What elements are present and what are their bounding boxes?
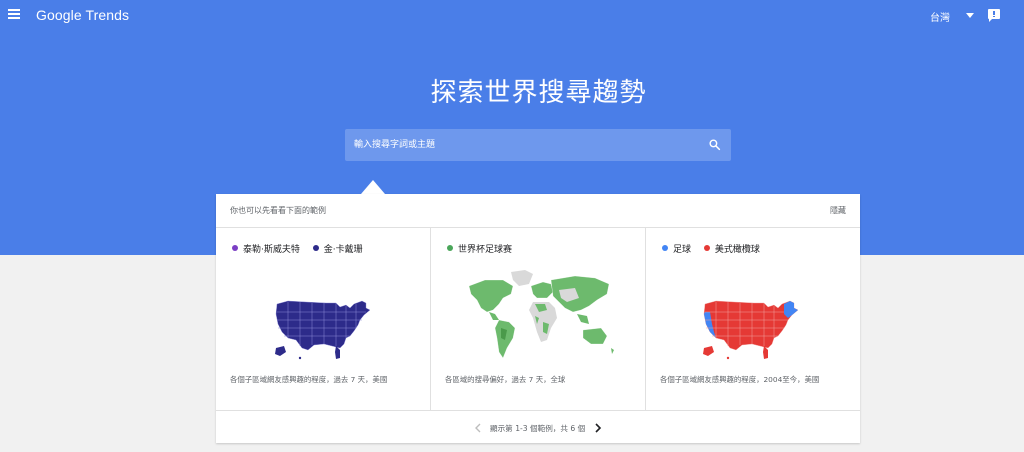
card-legend: 足球 美式橄欖球 xyxy=(662,242,770,255)
legend-item: 金·卡戴珊 xyxy=(312,242,363,255)
search-box[interactable] xyxy=(345,129,731,161)
chevron-right-icon[interactable] xyxy=(594,423,602,433)
us-map xyxy=(275,300,371,360)
menu-icon[interactable] xyxy=(8,9,20,21)
caret-down-icon[interactable] xyxy=(966,13,974,18)
us-map xyxy=(703,300,799,360)
legend-dot xyxy=(447,245,453,251)
pager: 顯示第 1-3 個範例，共 6 個 xyxy=(216,410,860,444)
page-title: 探索世界搜尋趨勢 xyxy=(430,78,647,108)
card-legend: 泰勒·斯威夫特 金·卡戴珊 xyxy=(232,242,373,255)
legend-item: 世界杯足球赛 xyxy=(447,242,512,255)
legend-item: 泰勒·斯威夫特 xyxy=(232,242,300,255)
legend-dot xyxy=(232,245,238,251)
feedback-icon[interactable] xyxy=(988,9,1000,22)
legend-dot xyxy=(312,245,319,251)
examples-panel: 你也可以先看看下面的範例 隱藏 泰勒·斯威夫特 金·卡戴珊 各個子區域網友感興趣… xyxy=(216,194,860,443)
panel-pointer xyxy=(361,180,385,194)
chevron-left-icon[interactable] xyxy=(474,423,482,433)
example-card-3[interactable]: 足球 美式橄欖球 各個子區域網友感興趣的程度，2004至今，美國 xyxy=(645,228,860,410)
world-map xyxy=(468,270,614,359)
search-input[interactable] xyxy=(345,129,695,161)
google-trends-logo[interactable]: Google Trends xyxy=(36,7,129,23)
legend-label: 足球 xyxy=(673,245,692,255)
legend-label: 世界杯足球赛 xyxy=(458,245,513,255)
card-caption: 各區域的搜尋偏好，過去 7 天，全球 xyxy=(445,375,566,384)
legend-item: 足球 xyxy=(662,242,691,255)
legend-item: 美式橄欖球 xyxy=(703,242,760,255)
examples-intro: 你也可以先看看下面的範例 xyxy=(230,206,326,215)
legend-label: 金·卡戴珊 xyxy=(323,245,363,255)
example-card-2[interactable]: 世界杯足球赛 各區域的搜尋偏好，過去 7 天，全球 xyxy=(430,228,645,410)
legend-label: 泰勒·斯威夫特 xyxy=(243,245,300,255)
pager-text: 顯示第 1-3 個範例，共 6 個 xyxy=(490,424,586,433)
example-card-1[interactable]: 泰勒·斯威夫特 金·卡戴珊 各個子區域網友感興趣的程度，過去 7 天，美國 xyxy=(216,228,430,410)
legend-dot xyxy=(662,245,668,251)
example-cards: 泰勒·斯威夫特 金·卡戴珊 各個子區域網友感興趣的程度，過去 7 天，美國 世界… xyxy=(216,228,860,410)
card-caption: 各個子區域網友感興趣的程度，過去 7 天，美國 xyxy=(230,375,388,384)
card-caption: 各個子區域網友感興趣的程度，2004至今，美國 xyxy=(660,375,820,384)
hide-button[interactable]: 隱藏 xyxy=(830,205,846,216)
legend-dot xyxy=(703,245,710,251)
legend-label: 美式橄欖球 xyxy=(714,245,760,255)
region-selector[interactable]: 台灣 xyxy=(930,9,950,24)
top-bar: Google Trends 台灣 xyxy=(0,0,1024,32)
card-legend: 世界杯足球赛 xyxy=(447,242,522,255)
search-icon[interactable] xyxy=(708,138,721,151)
panel-header: 你也可以先看看下面的範例 隱藏 xyxy=(216,194,860,228)
